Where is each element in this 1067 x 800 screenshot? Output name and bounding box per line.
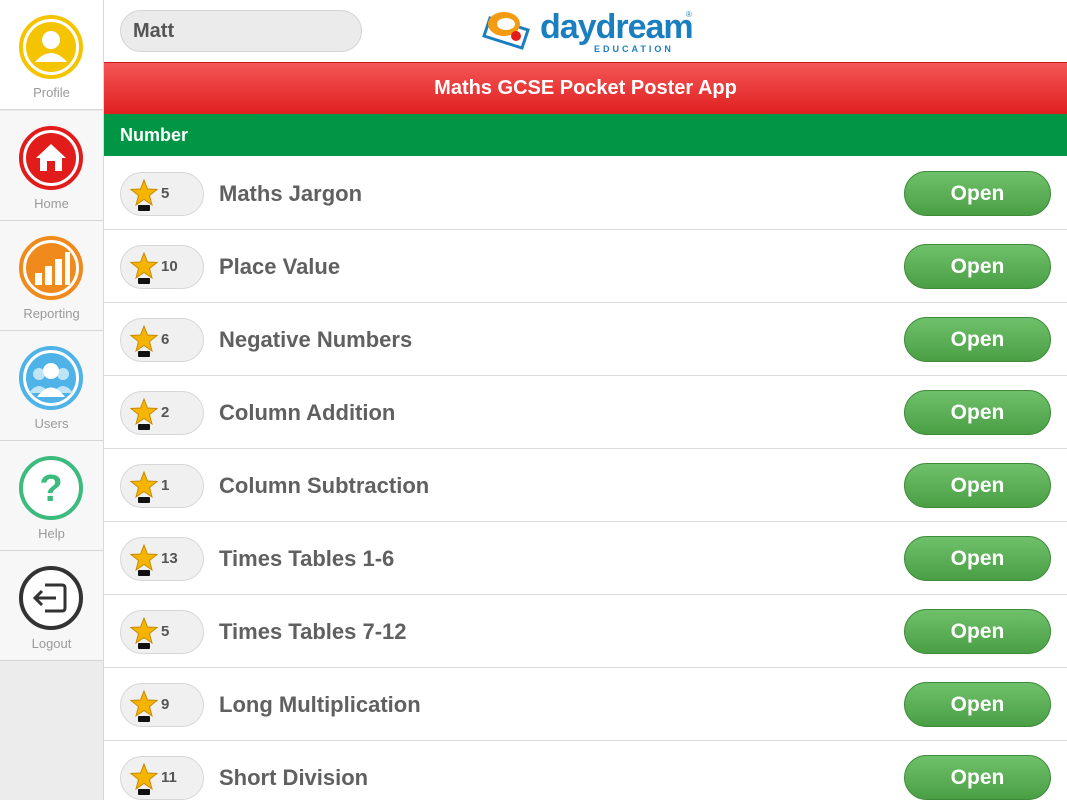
bar-chart-icon <box>19 236 83 300</box>
user-name-field[interactable]: Matt <box>120 10 362 52</box>
logo-text: daydream <box>540 8 694 46</box>
topic-row: 9 Long Multiplication Open <box>104 668 1067 741</box>
sidebar: Profile Home Reporting Users ? Help Logo… <box>0 0 104 800</box>
star-trophy-icon <box>130 252 158 284</box>
sidebar-item-label: Users <box>34 416 69 431</box>
topic-row: 13 Times Tables 1-6 Open <box>104 522 1067 595</box>
star-count: 5 <box>161 623 170 640</box>
star-count-badge: 5 <box>120 610 204 654</box>
topic-row: 5 Times Tables 7-12 Open <box>104 595 1067 668</box>
star-count: 11 <box>161 769 177 786</box>
star-trophy-icon <box>130 325 158 357</box>
logo-subtext: EDUCATION <box>594 44 674 54</box>
open-button[interactable]: Open <box>904 390 1051 435</box>
star-trophy-icon <box>130 617 158 649</box>
star-count-badge: 10 <box>120 245 204 289</box>
daydream-logo: daydream EDUCATION ® <box>476 6 696 56</box>
topic-row: 2 Column Addition Open <box>104 376 1067 449</box>
header: Matt daydream EDUCATION ® <box>104 0 1067 62</box>
star-count: 5 <box>161 185 170 202</box>
topic-list[interactable]: 5 Maths Jargon Open 10 Place Value Open … <box>104 157 1067 800</box>
star-count-badge: 5 <box>120 172 204 216</box>
topic-title: Column Subtraction <box>219 473 430 498</box>
star-count-badge: 13 <box>120 537 204 581</box>
topic-title: Place Value <box>219 254 341 279</box>
sidebar-item-home[interactable]: Home <box>0 111 103 221</box>
topic-title: Column Addition <box>219 400 396 425</box>
app-title-bar: Maths GCSE Pocket Poster App <box>104 62 1067 115</box>
open-button[interactable]: Open <box>904 171 1051 216</box>
star-count: 10 <box>161 258 178 275</box>
star-trophy-icon <box>130 690 158 722</box>
topic-row: 1 Column Subtraction Open <box>104 449 1067 522</box>
open-button[interactable]: Open <box>904 609 1051 654</box>
star-count: 1 <box>161 477 170 494</box>
users-icon <box>19 346 83 410</box>
topic-title: Times Tables 1-6 <box>219 546 395 571</box>
star-count: 9 <box>161 696 170 713</box>
help-icon: ? <box>19 456 83 520</box>
star-count: 6 <box>161 331 170 348</box>
star-trophy-icon <box>130 179 158 211</box>
star-count-badge: 2 <box>120 391 204 435</box>
sidebar-item-logout[interactable]: Logout <box>0 551 103 661</box>
star-count-badge: 1 <box>120 464 204 508</box>
open-button[interactable]: Open <box>904 463 1051 508</box>
sidebar-item-label: Profile <box>33 85 70 100</box>
registered-mark: ® <box>686 10 692 19</box>
sidebar-item-users[interactable]: Users <box>0 331 103 441</box>
sidebar-item-label: Help <box>38 526 65 541</box>
star-count-badge: 6 <box>120 318 204 362</box>
topic-title: Times Tables 7-12 <box>219 619 407 644</box>
star-count: 13 <box>161 550 178 567</box>
star-count-badge: 9 <box>120 683 204 727</box>
sidebar-item-label: Home <box>34 196 69 211</box>
section-header: Number <box>104 114 1067 156</box>
open-button[interactable]: Open <box>904 682 1051 727</box>
sidebar-item-label: Logout <box>31 636 72 651</box>
topic-row: 10 Place Value Open <box>104 230 1067 303</box>
open-button[interactable]: Open <box>904 317 1051 362</box>
logout-icon <box>19 566 83 630</box>
sidebar-item-profile[interactable]: Profile <box>0 0 103 110</box>
topic-title: Maths Jargon <box>219 181 363 206</box>
star-count-badge: 11 <box>120 756 204 800</box>
home-icon <box>19 126 83 190</box>
star-trophy-icon <box>130 398 158 430</box>
profile-icon <box>19 15 83 79</box>
star-trophy-icon <box>130 471 158 503</box>
topic-title: Short Division <box>219 765 369 790</box>
star-count: 2 <box>161 404 170 421</box>
open-button[interactable]: Open <box>904 244 1051 289</box>
logo-mark-icon <box>482 12 530 50</box>
open-button[interactable]: Open <box>904 536 1051 581</box>
topic-row: 5 Maths Jargon Open <box>104 157 1067 230</box>
topic-row: 11 Short Division Open <box>104 741 1067 800</box>
open-button[interactable]: Open <box>904 755 1051 800</box>
topic-row: 6 Negative Numbers Open <box>104 303 1067 376</box>
star-trophy-icon <box>130 544 158 576</box>
svg-text:?: ? <box>39 468 62 510</box>
sidebar-item-label: Reporting <box>23 306 80 321</box>
sidebar-item-help[interactable]: ? Help <box>0 441 103 551</box>
topic-title: Negative Numbers <box>219 327 413 352</box>
star-trophy-icon <box>130 763 158 795</box>
sidebar-item-reporting[interactable]: Reporting <box>0 221 103 331</box>
topic-title: Long Multiplication <box>219 692 421 717</box>
